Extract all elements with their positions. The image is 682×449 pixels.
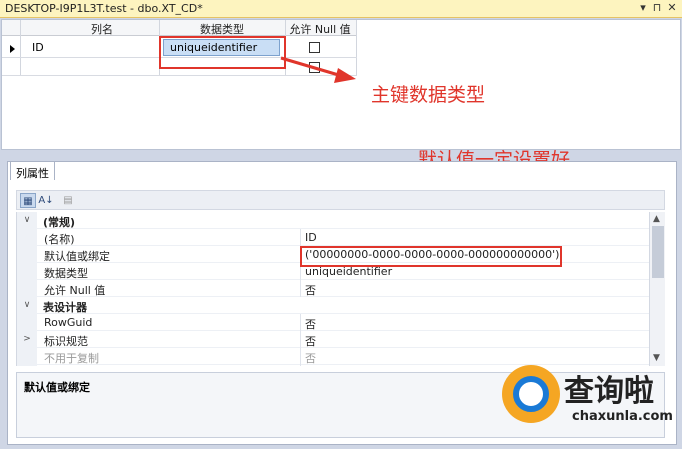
- property-gutter: [17, 263, 37, 280]
- highlight-box: [300, 246, 562, 267]
- watermark-title: 查询啦: [564, 374, 654, 409]
- collapse-icon[interactable]: ∨: [17, 297, 37, 314]
- arrow-to-type-label: [280, 56, 343, 78]
- property-value[interactable]: 否: [305, 282, 316, 298]
- property-gutter: [17, 280, 37, 297]
- property-divider: [300, 331, 301, 348]
- property-gutter: [17, 348, 37, 365]
- properties-toolbar: ▦ A↓ ▤: [16, 190, 665, 210]
- property-name: (常规): [43, 216, 76, 229]
- property-name: 不用于复制: [44, 352, 99, 365]
- categorized-icon[interactable]: ▦: [20, 193, 36, 208]
- property-grid-scrollbar[interactable]: ▲ ▼: [649, 212, 665, 366]
- property-grid: ∨ (常规) (名称) ID 默认值或绑定 ('00000000-0000-00…: [16, 212, 649, 366]
- property-name: 标识规范: [44, 335, 88, 348]
- alphabetical-icon[interactable]: A↓: [38, 193, 54, 208]
- property-row[interactable]: 不用于复制 否: [17, 348, 649, 365]
- watermark-url: chaxunla.com: [572, 409, 673, 424]
- tab-column-properties[interactable]: 列属性: [10, 161, 55, 180]
- property-row[interactable]: RowGuid 否: [17, 314, 649, 331]
- expand-icon[interactable]: >: [17, 331, 37, 348]
- collapse-icon[interactable]: ∨: [17, 212, 37, 229]
- scroll-down-icon[interactable]: ▼: [653, 353, 660, 363]
- property-name: 数据类型: [44, 267, 88, 280]
- property-category-table-designer[interactable]: ∨ 表设计器: [17, 297, 649, 314]
- property-name: 表设计器: [43, 301, 87, 314]
- property-gutter: [17, 314, 37, 331]
- property-divider: [300, 314, 301, 331]
- property-divider: [300, 348, 301, 365]
- property-name: 允许 Null 值: [44, 284, 106, 297]
- property-row[interactable]: (名称) ID: [17, 229, 649, 246]
- property-divider: [300, 280, 301, 297]
- arrowhead-icon: [334, 68, 356, 83]
- property-gutter: [17, 229, 37, 246]
- watermark-logo-icon: [502, 365, 560, 423]
- property-row[interactable]: 大小 16: [17, 365, 649, 366]
- property-divider: [300, 229, 301, 246]
- property-value[interactable]: 否: [305, 350, 316, 366]
- property-pages-icon[interactable]: ▤: [60, 193, 76, 208]
- property-name: (名称): [44, 233, 75, 246]
- property-divider: [300, 365, 301, 366]
- property-row[interactable]: > 标识规范 否: [17, 331, 649, 348]
- property-name: 默认值或绑定: [44, 250, 110, 263]
- scrollbar-thumb[interactable]: [652, 226, 664, 278]
- property-name: RowGuid: [44, 316, 93, 329]
- property-gutter: [17, 246, 37, 263]
- annotation-primary-key-type: 主键数据类型: [371, 84, 486, 106]
- description-label: 默认值或绑定: [24, 381, 90, 394]
- scroll-up-icon[interactable]: ▲: [653, 214, 660, 224]
- property-value[interactable]: 否: [305, 333, 316, 349]
- property-category-general[interactable]: ∨ (常规): [17, 212, 649, 229]
- property-value[interactable]: 否: [305, 316, 316, 332]
- property-value[interactable]: ID: [305, 231, 317, 244]
- property-row[interactable]: 允许 Null 值 否: [17, 280, 649, 297]
- property-gutter: [17, 365, 37, 366]
